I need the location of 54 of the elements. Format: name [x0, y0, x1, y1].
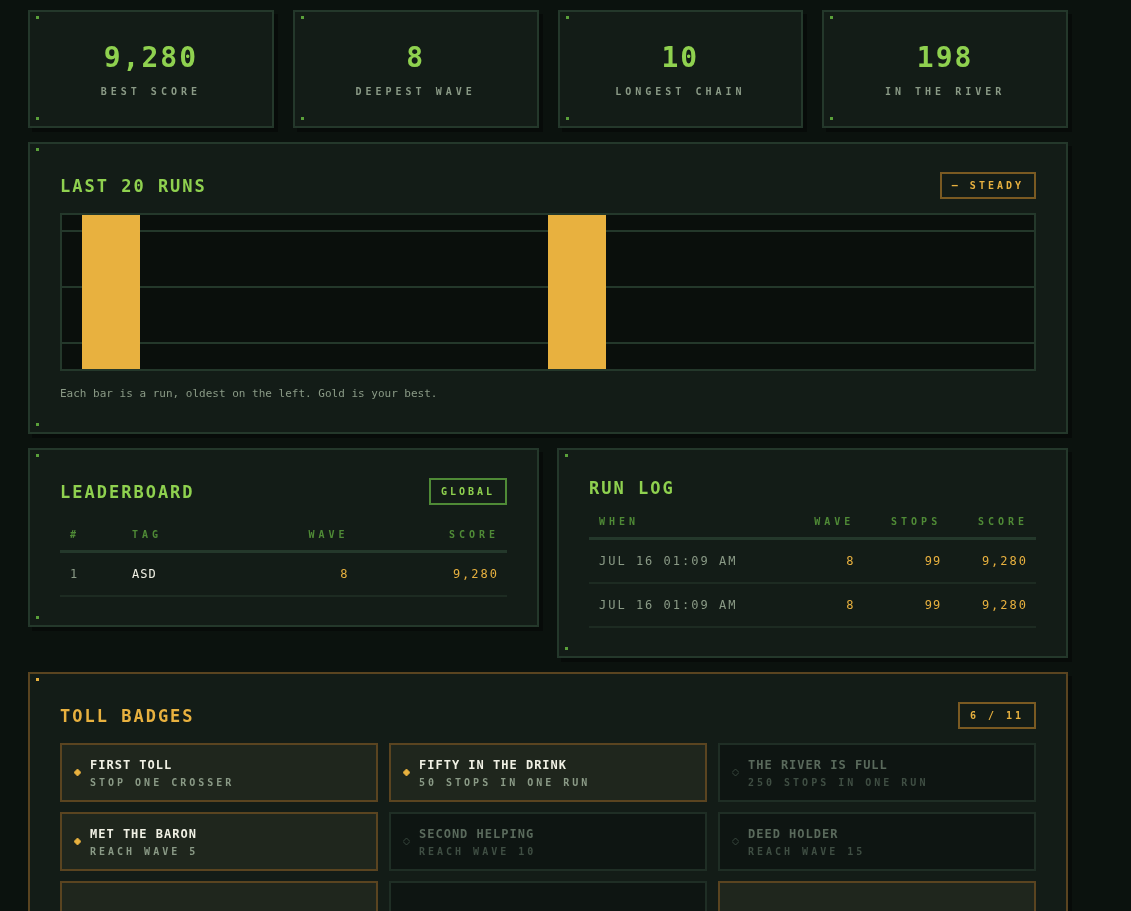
- table-cell: 9,280: [949, 538, 1036, 583]
- badge-description: REACH WAVE 5: [90, 845, 199, 857]
- table-cell: 9,280: [949, 583, 1036, 627]
- badge-count: 6 / 11: [957, 702, 1036, 729]
- badge-name: MET THE BARON: [90, 826, 198, 841]
- stat-value: 8: [406, 41, 426, 74]
- stat-value: 198: [916, 41, 974, 74]
- table-cell: 99: [862, 538, 950, 583]
- badge-name: THE RIVER IS FULL: [748, 757, 889, 772]
- panel-title: RUN LOG: [589, 478, 675, 498]
- table-cell: 8: [228, 551, 357, 596]
- table-cell: 9,280: [356, 551, 507, 596]
- diamond-outline-icon: [732, 838, 739, 845]
- badge-description: REACH WAVE 10: [419, 845, 537, 857]
- badge-description: 50 STOPS IN ONE RUN: [419, 776, 591, 788]
- stat-value: 9,280: [103, 41, 198, 74]
- diamond-icon: [403, 769, 410, 776]
- column-header: WHEN: [589, 506, 789, 539]
- column-header: WAVE: [228, 519, 357, 552]
- scope-button[interactable]: GLOBAL: [428, 478, 507, 505]
- badge-description: 250 STOPS IN ONE RUN: [748, 776, 929, 788]
- badge-description: STOP ONE CROSSER: [90, 776, 235, 788]
- chart-caption: Each bar is a run, oldest on the left. Gold is your best.: [60, 387, 439, 400]
- diamond-outline-icon: [403, 838, 410, 845]
- panel-title: LAST 20 RUNS: [60, 175, 207, 196]
- trend-tag: — STEADY: [939, 172, 1036, 199]
- stat-value: 10: [661, 41, 700, 74]
- column-header: STOPS: [862, 506, 950, 539]
- table-cell: JUL 16 01:09 AM: [589, 538, 789, 583]
- stat-label: LONGEST CHAIN: [615, 86, 746, 97]
- badge-name: FIRST TOLL: [90, 757, 174, 772]
- badge-name: SECOND HELPING: [419, 826, 536, 841]
- diamond-outline-icon: [732, 769, 739, 776]
- diamond-icon: [74, 838, 81, 845]
- column-header: TAG: [121, 519, 229, 552]
- table-cell: 1: [60, 551, 122, 596]
- diamond-icon: [74, 769, 81, 776]
- table-cell: 99: [862, 583, 950, 627]
- panel-title: TOLL BADGES: [60, 705, 195, 726]
- table-cell: ASD: [121, 551, 229, 596]
- column-header: #: [60, 519, 122, 552]
- column-header: SCORE: [356, 519, 507, 552]
- table-cell: 8: [788, 538, 863, 583]
- table-cell: 8: [788, 583, 863, 627]
- stat-label: DEEPEST WAVE: [355, 86, 476, 97]
- column-header: WAVE: [788, 506, 863, 539]
- badge-description: REACH WAVE 15: [748, 845, 866, 857]
- column-header: SCORE: [949, 506, 1036, 539]
- table-cell: JUL 16 01:09 AM: [589, 583, 789, 627]
- badge-name: FIFTY IN THE DRINK: [419, 757, 569, 772]
- panel-title: LEADERBOARD: [60, 481, 195, 502]
- stat-label: IN THE RIVER: [885, 86, 1006, 97]
- badge-name: DEED HOLDER: [748, 826, 840, 841]
- stat-label: BEST SCORE: [100, 86, 201, 97]
